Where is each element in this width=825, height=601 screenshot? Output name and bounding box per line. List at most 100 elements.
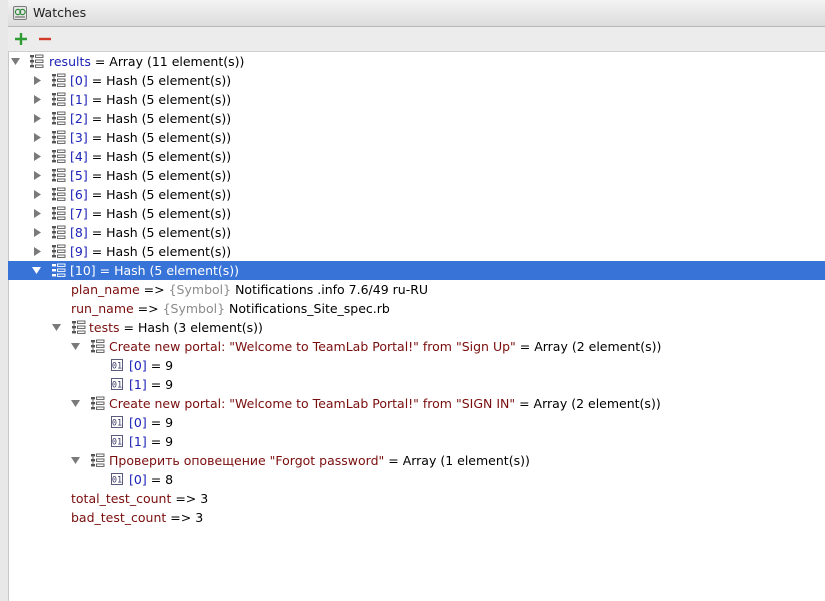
item-index: [1] (129, 434, 147, 449)
item-value: = Hash (5 element(s)) (87, 168, 232, 183)
item-value: = Hash (5 element(s)) (87, 92, 232, 107)
value-text: = Array (1 element(s)) (384, 453, 530, 468)
item-index: [0] (70, 73, 88, 88)
expand-arrow-icon[interactable] (32, 204, 44, 223)
minus-icon (39, 37, 51, 41)
item-index: [3] (70, 130, 88, 145)
tree-row-leaf[interactable]: [1] = 9 (8, 375, 825, 394)
value-text: => 3 (171, 491, 209, 506)
value-text: = Hash (3 element(s)) (119, 320, 263, 335)
tree-row-tests[interactable]: tests = Hash (3 element(s)) (8, 318, 825, 337)
item-index: [8] (70, 225, 88, 240)
tree-row-item[interactable]: [5] = Hash (5 element(s)) (8, 166, 825, 185)
expand-arrow-icon[interactable] (32, 166, 44, 185)
collapse-arrow-icon[interactable] (31, 261, 43, 280)
window-title: Watches (33, 5, 87, 20)
value-text: Notifications_Site_spec.rb (225, 301, 390, 316)
item-index: [0] (129, 358, 147, 373)
hash-icon (51, 149, 66, 164)
tree-row-plan-name[interactable]: plan_name => {Symbol} Notifications .inf… (8, 280, 825, 299)
tree-row-leaf[interactable]: [1] = 9 (8, 432, 825, 451)
variable-name: results (49, 54, 91, 69)
item-value: = Hash (5 element(s)) (87, 244, 232, 259)
number-icon (110, 358, 125, 373)
expand-arrow-icon[interactable] (32, 242, 44, 261)
item-index: [0] (129, 472, 147, 487)
item-value: = Hash (5 element(s)) (87, 73, 232, 88)
expand-arrow-icon[interactable] (32, 71, 44, 90)
tree-row-item[interactable]: [2] = Hash (5 element(s)) (8, 109, 825, 128)
item-index: [7] (70, 206, 88, 221)
array-icon (29, 54, 44, 69)
tree-row-selected[interactable]: [10] = Hash (5 element(s)) (8, 261, 825, 280)
item-value: = Hash (5 element(s)) (87, 187, 232, 202)
item-value: = 9 (146, 377, 174, 392)
key-label: run_name (71, 301, 134, 316)
hash-icon (51, 130, 66, 145)
array-icon (90, 339, 105, 354)
item-value: = Hash (5 element(s)) (95, 263, 240, 278)
tree-row-total-test-count[interactable]: total_test_count => 3 (8, 489, 825, 508)
key-label: plan_name (71, 282, 140, 297)
remove-watch-button[interactable] (35, 29, 55, 49)
arrow-operator: => (139, 282, 169, 297)
item-index: [2] (70, 111, 88, 126)
add-watch-button[interactable] (11, 29, 31, 49)
hash-icon (51, 244, 66, 259)
tree-row-test[interactable]: Проверить оповещение "Forgot password" =… (8, 451, 825, 470)
tree-row-item[interactable]: [9] = Hash (5 element(s)) (8, 242, 825, 261)
tree-row-item[interactable]: [0] = Hash (5 element(s)) (8, 71, 825, 90)
item-index: [5] (70, 168, 88, 183)
collapse-arrow-icon[interactable] (70, 451, 82, 470)
item-value: = 9 (146, 358, 174, 373)
tree-row-item[interactable]: [1] = Hash (5 element(s)) (8, 90, 825, 109)
expand-arrow-icon[interactable] (32, 185, 44, 204)
collapse-arrow-icon[interactable] (70, 394, 82, 413)
test-name: Проверить оповещение "Forgot password" (109, 453, 385, 468)
expand-arrow-icon[interactable] (32, 90, 44, 109)
item-value: = Hash (5 element(s)) (87, 111, 232, 126)
value-text: = Array (2 element(s)) (515, 396, 661, 411)
plus-icon (15, 33, 27, 45)
watches-toolbar (8, 27, 825, 52)
array-icon (90, 396, 105, 411)
item-index: [4] (70, 149, 88, 164)
item-value: = Hash (5 element(s)) (87, 149, 232, 164)
hash-icon (51, 168, 66, 183)
collapse-arrow-icon[interactable] (51, 318, 63, 337)
tree-row-leaf[interactable]: [0] = 9 (8, 413, 825, 432)
tree-row-results[interactable]: results = Array (11 element(s)) (8, 52, 825, 71)
value-text: Notifications .info 7.6/49 ru-RU (231, 282, 429, 297)
tree-row-item[interactable]: [3] = Hash (5 element(s)) (8, 128, 825, 147)
item-value: = Hash (5 element(s)) (87, 130, 232, 145)
tree-row-leaf[interactable]: [0] = 9 (8, 356, 825, 375)
collapse-arrow-icon[interactable] (70, 337, 82, 356)
expand-arrow-icon[interactable] (32, 128, 44, 147)
tree-row-item[interactable]: [8] = Hash (5 element(s)) (8, 223, 825, 242)
expand-arrow-icon[interactable] (32, 109, 44, 128)
key-label: tests (89, 320, 120, 335)
collapse-arrow-icon[interactable] (10, 52, 22, 71)
hash-icon (51, 187, 66, 202)
tree-row-item[interactable]: [6] = Hash (5 element(s)) (8, 185, 825, 204)
tree-row-bad-test-count[interactable]: bad_test_count => 3 (8, 508, 825, 527)
item-value: = Hash (5 element(s)) (87, 206, 232, 221)
tree-row-test[interactable]: Create new portal: "Welcome to TeamLab P… (8, 337, 825, 356)
item-index: [10] (70, 263, 96, 278)
tree-row-item[interactable]: [4] = Hash (5 element(s)) (8, 147, 825, 166)
key-label: bad_test_count (71, 510, 167, 525)
watches-icon (13, 6, 27, 20)
item-index: [6] (70, 187, 88, 202)
value-text: = Array (2 element(s)) (515, 339, 662, 354)
test-name: Create new portal: "Welcome to TeamLab P… (109, 396, 516, 411)
item-value: = 9 (146, 415, 174, 430)
expand-arrow-icon[interactable] (32, 223, 44, 242)
expand-arrow-icon[interactable] (32, 147, 44, 166)
tree-row-item[interactable]: [7] = Hash (5 element(s)) (8, 204, 825, 223)
tree-row-leaf[interactable]: [0] = 8 (8, 470, 825, 489)
tree-row-run-name[interactable]: run_name => {Symbol} Notifications_Site_… (8, 299, 825, 318)
tree-row-test[interactable]: Create new portal: "Welcome to TeamLab P… (8, 394, 825, 413)
value-text: => 3 (166, 510, 204, 525)
number-icon (110, 415, 125, 430)
hash-icon (51, 111, 66, 126)
